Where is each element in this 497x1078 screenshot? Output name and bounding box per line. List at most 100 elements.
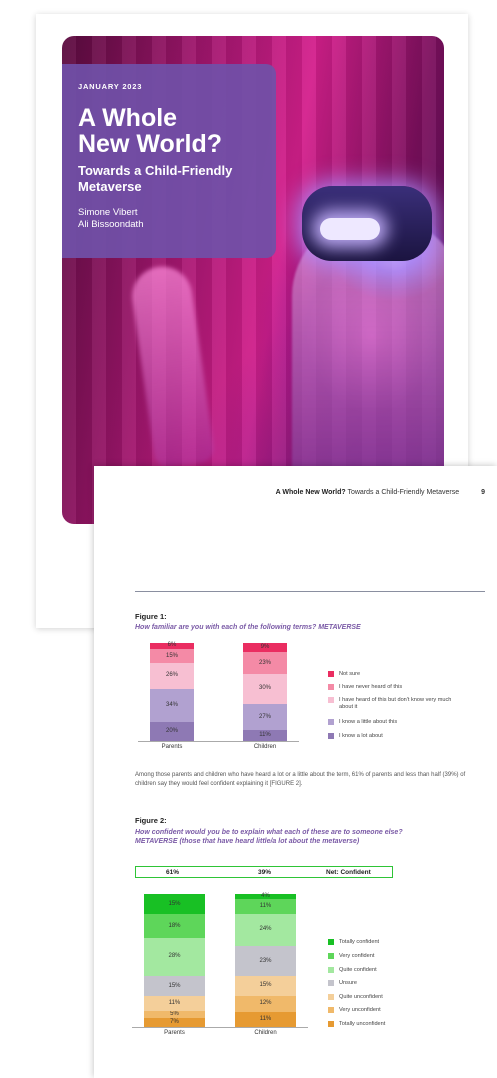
legend-swatch (328, 953, 334, 959)
bar-segment: 30% (243, 674, 287, 704)
legend-swatch (328, 684, 334, 690)
data-label: 11% (259, 732, 271, 739)
legend-label: Quite unconfident (339, 994, 383, 1000)
bar-segment: 6% (150, 642, 194, 649)
legend-swatch (328, 967, 334, 973)
data-label: 12% (259, 1000, 272, 1007)
data-label: 34% (165, 701, 178, 708)
bar-segment: 27% (243, 703, 287, 731)
data-label: 15% (259, 982, 272, 989)
page-number: 9 (481, 489, 485, 496)
x-tick-label: Children (253, 744, 277, 750)
figure2-question-line2: METAVERSE (those that have heard little/… (135, 838, 360, 845)
legend-label: Totally unconfident (339, 1021, 386, 1027)
data-label: 24% (259, 925, 272, 932)
bar-segment: 23% (235, 945, 296, 977)
cover-subtitle: Towards a Child-Friendly Metaverse (78, 163, 260, 195)
data-label: 27% (258, 713, 271, 720)
legend-swatch (328, 733, 334, 739)
bar-segment: 11% (235, 1012, 296, 1027)
figure1-question: How familiar are you with each of the fo… (135, 624, 361, 631)
bar-segment: 5% (144, 1010, 205, 1018)
legend-swatch (328, 980, 334, 986)
bar-parents: 7% 5% 11% 15% 28% 18% 15% (144, 894, 205, 1027)
legend-label: Unsure (339, 980, 358, 986)
x-axis (132, 1027, 308, 1028)
bar-segment: 18% (144, 914, 205, 939)
cover-date: JANUARY 2023 (78, 82, 143, 91)
cover-subtitle-line1: Towards a Child-Friendly (78, 163, 233, 178)
legend-swatch (328, 697, 334, 703)
x-tick-label: Children (254, 1030, 277, 1036)
data-label: 26% (165, 672, 178, 679)
legend-label: Totally confident (339, 939, 380, 945)
report-inner-page: A Whole New World? Towards a Child-Frien… (94, 466, 497, 1078)
legend-label: I have never heard of this (339, 684, 403, 690)
data-label: 23% (259, 957, 272, 964)
bar-segment: 15% (144, 975, 205, 997)
data-label: 4% (261, 893, 270, 900)
bar-segment: 9% (243, 643, 287, 652)
bar-segment: 34% (150, 688, 194, 722)
bar-segment: 11% (243, 730, 287, 741)
bar-segment: 4% (235, 893, 296, 900)
legend-swatch (328, 1007, 334, 1013)
bar-children: 11% 12% 15% 23% 24% 11% 4% (235, 893, 296, 1027)
data-label: 6% (167, 642, 177, 649)
net-confident-box: 61% 39% Net: Confident (135, 866, 393, 878)
legend-label: I know a lot about (339, 733, 383, 739)
header-divider (135, 591, 485, 592)
legend-swatch (328, 994, 334, 1000)
net-confident-parents: 61% (166, 868, 180, 876)
running-header-rest: Towards a Child-Friendly Metaverse (347, 489, 460, 496)
legend-label: Very unconfident (339, 1007, 381, 1013)
x-axis (138, 741, 299, 742)
data-label: 11% (259, 903, 272, 910)
legend-label: I have heard of this but don't know very… (339, 697, 452, 710)
cover-author-1: Simone Vibert (78, 207, 138, 218)
data-label: 11% (168, 1000, 181, 1007)
data-label: 30% (258, 685, 271, 692)
bar-segment: 7% (144, 1017, 205, 1027)
bar-parents: 20% 34% 26% 15% 6% (150, 642, 194, 741)
figure2-question: How confident would you be to explain wh… (135, 828, 403, 846)
data-label: 15% (168, 901, 181, 908)
data-label: 7% (170, 1018, 179, 1025)
data-label: 20% (165, 727, 178, 734)
legend-swatch (328, 671, 334, 677)
cover-author-2: Ali Bissoondath (78, 219, 144, 230)
bar-segment: 11% (144, 996, 205, 1011)
data-label: 23% (258, 659, 271, 666)
data-label: 15% (168, 982, 181, 989)
bar-segment: 15% (150, 648, 194, 664)
x-tick-label: Parents (164, 1030, 185, 1036)
data-label: 18% (168, 923, 181, 930)
legend-label: Very confident (339, 953, 375, 959)
legend-swatch (328, 1021, 334, 1027)
bar-segment: 11% (235, 899, 296, 914)
bar-segment: 20% (150, 721, 194, 741)
legend-label: Quite confident (339, 967, 377, 973)
vr-visor-glow (320, 218, 380, 240)
data-label: 5% (170, 1010, 179, 1017)
bar-segment: 24% (235, 913, 296, 946)
figure2-label: Figure 2: (135, 816, 167, 825)
x-tick-label: Parents (161, 744, 183, 750)
net-confident-label: Net: Confident (326, 868, 371, 876)
net-confident-children: 39% (258, 868, 272, 876)
legend-label: Not sure (339, 671, 361, 677)
bar-children: 11% 27% 30% 23% 9% (243, 643, 287, 741)
legend-label: I know a little about this (339, 719, 398, 725)
figure2-question-line1: How confident would you be to explain wh… (135, 829, 403, 836)
legend-swatch (328, 719, 334, 725)
bar-segment: 26% (150, 663, 194, 689)
cover-title-box: JANUARY 2023 A Whole New World? Towards … (62, 64, 276, 258)
running-header: A Whole New World? Towards a Child-Frien… (276, 489, 485, 496)
bar-segment: 23% (243, 651, 287, 675)
cover-title: A Whole New World? (78, 105, 260, 157)
running-header-bold: A Whole New World? (275, 489, 346, 496)
cover-authors: Simone Vibert Ali Bissoondath (78, 207, 260, 231)
body-paragraph: Among those parents and children who hav… (135, 772, 466, 787)
figure1-label: Figure 1: (135, 612, 167, 621)
legend-swatch (328, 939, 334, 945)
